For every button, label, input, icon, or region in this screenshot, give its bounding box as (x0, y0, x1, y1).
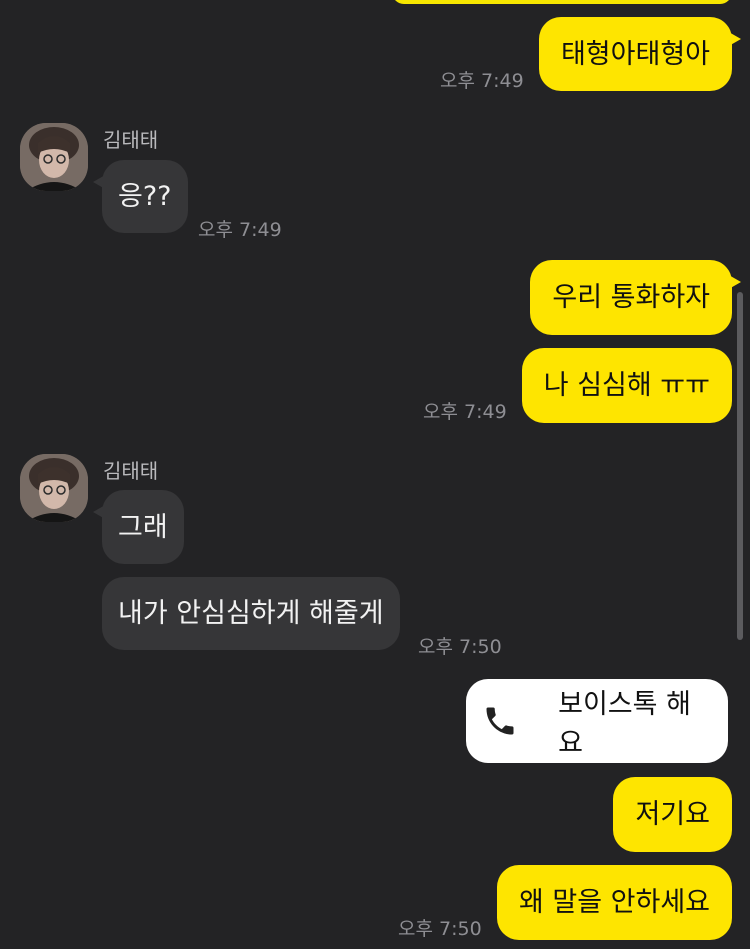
received-message-bubble[interactable]: 내가 안심심하게 해줄게 (102, 577, 400, 650)
message-text: 나 심심해 ㅠㅠ (543, 370, 710, 401)
scrollbar[interactable] (737, 292, 743, 640)
sender-name: 김태태 (103, 459, 159, 483)
message-text: 태형아태형아 (560, 38, 710, 70)
message-timestamp: 오후 7:50 (398, 918, 482, 940)
voice-talk-label: 보이스톡 해요 (558, 689, 691, 759)
sender-name: 김태태 (103, 128, 159, 152)
contact-avatar[interactable] (20, 123, 88, 191)
message-timestamp: 오후 7:49 (440, 70, 524, 92)
message-timestamp: 오후 7:49 (198, 219, 282, 241)
phone-icon (482, 702, 518, 740)
my-message-bubble[interactable]: 나 심심해 ㅠㅠ (521, 348, 732, 423)
avatar-image (20, 123, 88, 191)
message-timestamp: 오후 7:49 (423, 401, 507, 423)
message-text: 그래 (118, 511, 168, 543)
partial-previous-message-bubble (392, 0, 732, 4)
received-message-bubble[interactable]: 그래 (93, 490, 184, 564)
my-message-bubble[interactable]: 왜 말을 안하세요 (496, 865, 732, 940)
message-text: 응?? (118, 181, 172, 212)
my-message-bubble[interactable]: 저기요 (613, 777, 732, 852)
message-text: 저기요 (635, 799, 710, 830)
voice-talk-card[interactable]: 보이스톡 해요 (466, 679, 728, 763)
received-message-bubble[interactable]: 응?? (93, 160, 188, 233)
my-message-bubble[interactable]: 태형아태형아 (538, 17, 742, 91)
my-message-bubble[interactable]: 우리 통화하자 (530, 260, 741, 335)
contact-avatar[interactable] (20, 454, 88, 522)
message-text: 내가 안심심하게 해줄게 (118, 598, 384, 629)
message-text: 왜 말을 안하세요 (518, 887, 710, 918)
avatar-image (20, 454, 88, 522)
message-timestamp: 오후 7:50 (418, 636, 502, 658)
message-text: 우리 통화하자 (552, 282, 710, 313)
